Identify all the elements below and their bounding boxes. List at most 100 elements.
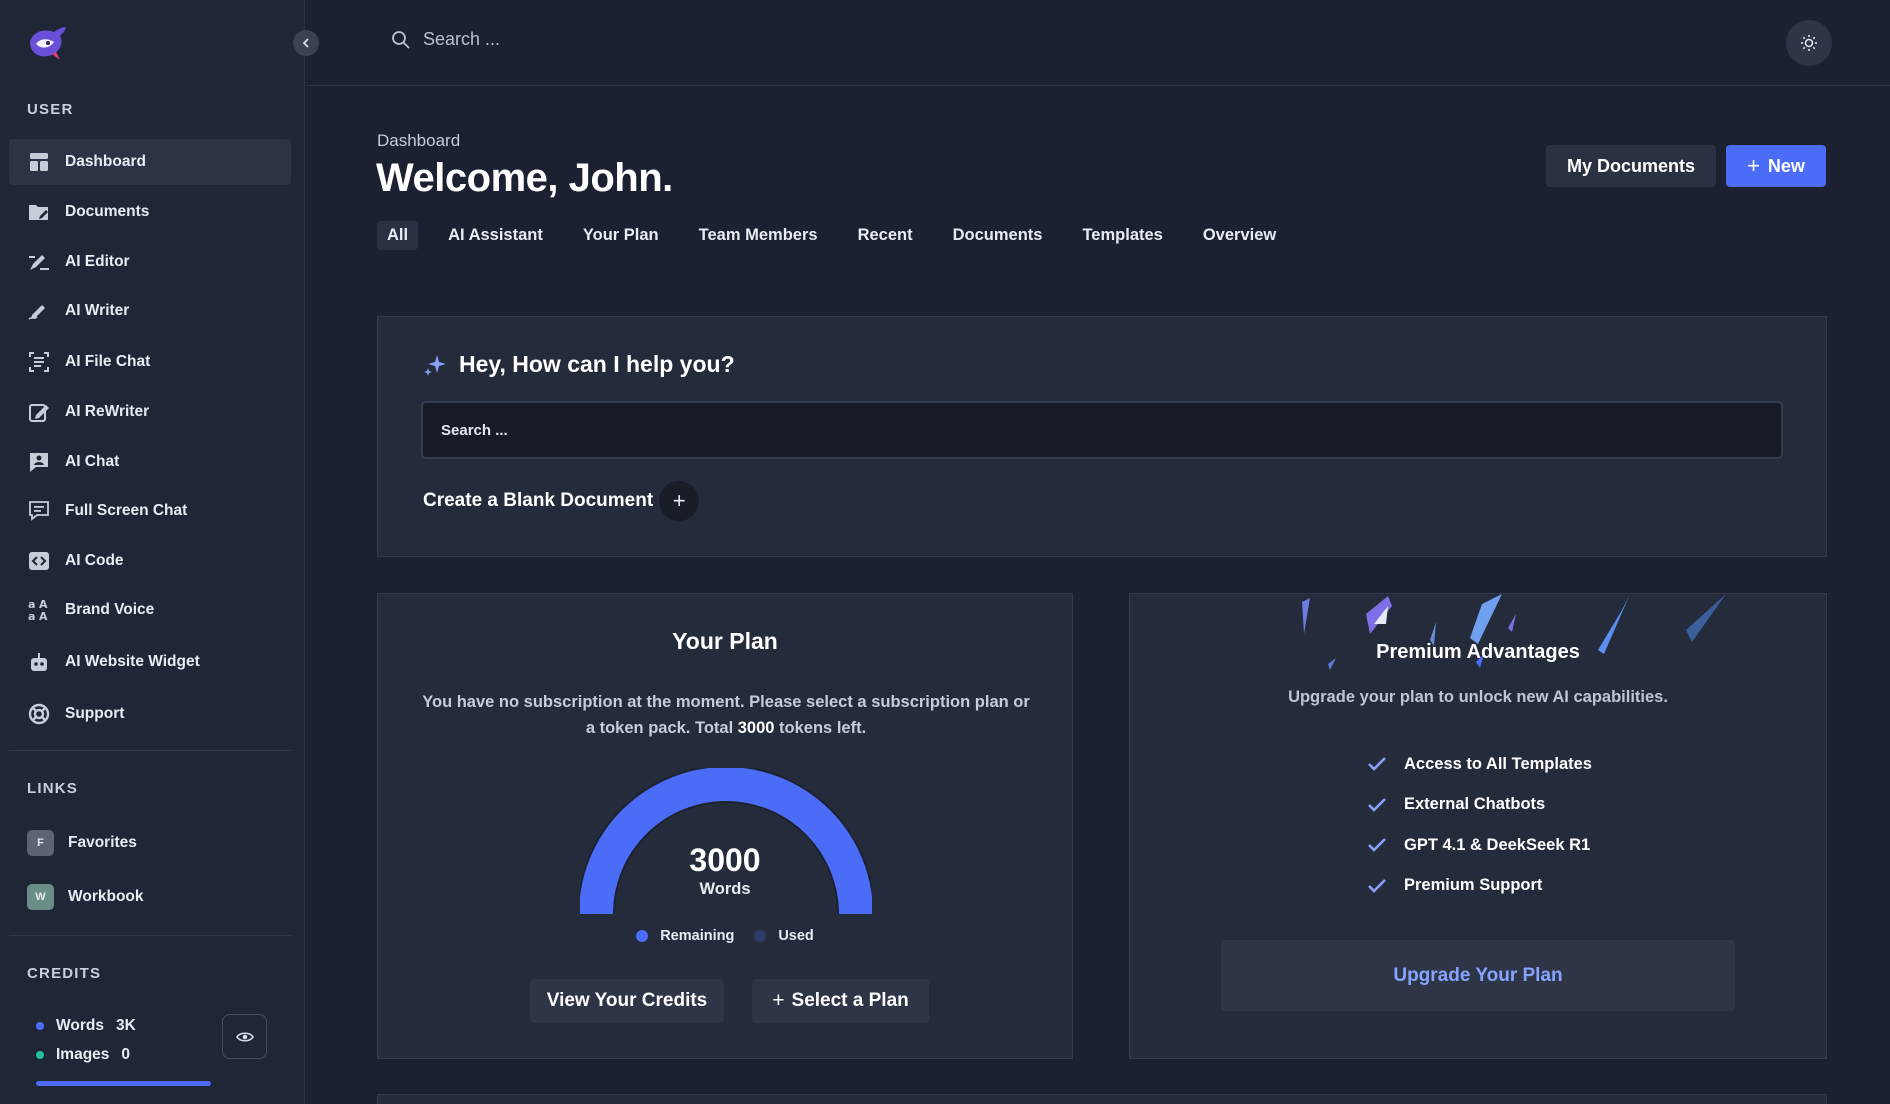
- page-title: Welcome, John.: [376, 156, 673, 200]
- robot-icon: [27, 650, 51, 674]
- next-section-card: [377, 1094, 1827, 1104]
- check-icon: [1368, 797, 1386, 812]
- sidebar-item-label: Documents: [65, 203, 150, 220]
- sidebar-item-label: AI Chat: [65, 453, 120, 470]
- top-search-input[interactable]: Search ...: [391, 29, 500, 50]
- sidebar-item-ai-editor[interactable]: AI Editor: [9, 239, 291, 285]
- feature-item: Premium Support: [1367, 866, 1592, 907]
- sidebar-item-ai-file-chat[interactable]: AI File Chat: [9, 339, 291, 385]
- sidebar-item-ai-rewriter[interactable]: AI ReWriter: [9, 389, 291, 435]
- new-button[interactable]: + New: [1726, 145, 1826, 187]
- check-icon: [1368, 757, 1386, 772]
- view-credits-button[interactable]: View Your Credits: [530, 979, 724, 1023]
- credit-words: Words 3K: [36, 1017, 136, 1035]
- create-blank-document-button[interactable]: Create a Blank Document +: [423, 481, 700, 521]
- tab-your-plan[interactable]: Your Plan: [573, 221, 669, 250]
- legend-used: Used: [754, 928, 814, 944]
- sidebar-item-ai-writer[interactable]: AI Writer: [9, 288, 291, 334]
- sidebar-item-documents[interactable]: Documents: [9, 189, 291, 235]
- sidebar-item-ai-website-widget[interactable]: AI Website Widget: [9, 639, 291, 685]
- tab-recent[interactable]: Recent: [848, 221, 923, 250]
- tab-templates[interactable]: Templates: [1072, 221, 1172, 250]
- plus-icon: +: [659, 481, 700, 521]
- ai-assistant-card: Hey, How can I help you? Search ... Crea…: [377, 316, 1827, 557]
- legend-used-label: Used: [778, 928, 814, 944]
- premium-feature-list: Access to All Templates External Chatbot…: [1367, 744, 1592, 906]
- tab-all[interactable]: All: [377, 221, 419, 250]
- credit-value: 0: [121, 1046, 131, 1063]
- feature-label: Premium Support: [1404, 876, 1543, 895]
- sidebar-item-ai-chat[interactable]: AI Chat: [9, 439, 291, 485]
- brand-voice-icon: aAaA: [27, 598, 51, 622]
- check-icon: [1368, 838, 1386, 853]
- gauge-value: 3000: [689, 842, 761, 878]
- images-dot: [36, 1051, 44, 1059]
- sidebar-divider: [9, 935, 291, 936]
- tab-ai-assistant[interactable]: AI Assistant: [438, 221, 553, 250]
- premium-subtitle: Upgrade your plan to unlock new AI capab…: [1288, 688, 1668, 706]
- editor-pen-icon: [27, 250, 51, 274]
- tab-team-members[interactable]: Team Members: [689, 221, 828, 250]
- sidebar-item-label: AI File Chat: [65, 353, 151, 370]
- plus-icon: +: [772, 989, 785, 1012]
- credits-progress-bar: [36, 1081, 211, 1086]
- sidebar-item-label: Support: [65, 705, 125, 722]
- tab-documents[interactable]: Documents: [943, 221, 1053, 250]
- dashboard-icon: [27, 150, 51, 174]
- lifebuoy-icon: [27, 702, 51, 726]
- check-icon: [1368, 878, 1386, 893]
- breadcrumb: Dashboard: [377, 131, 461, 150]
- feature-label: GPT 4.1 & DeekSeek R1: [1404, 835, 1591, 854]
- sidebar-divider: [9, 750, 291, 751]
- toggle-credits-visibility-button[interactable]: [222, 1014, 267, 1059]
- upgrade-plan-button[interactable]: Upgrade Your Plan: [1221, 940, 1735, 1011]
- tab-overview[interactable]: Overview: [1193, 221, 1286, 250]
- gauge-unit: Words: [699, 880, 751, 898]
- confetti-decoration: [1302, 594, 1726, 670]
- theme-toggle-button[interactable]: [1786, 20, 1832, 66]
- assistant-search-input[interactable]: Search ...: [421, 401, 1783, 459]
- feature-item: External Chatbots: [1367, 785, 1592, 826]
- dashboard-tabs: All AI Assistant Your Plan Team Members …: [377, 221, 1306, 250]
- sidebar-link-workbook[interactable]: W Workbook: [9, 874, 291, 920]
- your-plan-card: Your Plan You have no subscription at th…: [377, 593, 1073, 1059]
- svg-text:a: a: [28, 610, 35, 622]
- sidebar-item-full-screen-chat[interactable]: Full Screen Chat: [9, 488, 291, 534]
- sidebar-item-support[interactable]: Support: [9, 691, 291, 737]
- used-dot: [754, 930, 767, 942]
- feature-item: Access to All Templates: [1367, 744, 1592, 785]
- rewriter-icon: [27, 400, 51, 424]
- sidebar-item-brand-voice[interactable]: aAaA Brand Voice: [9, 587, 291, 633]
- user-section-title: USER: [27, 101, 74, 118]
- credit-label: Words: [56, 1017, 104, 1034]
- workbook-badge: W: [27, 884, 54, 910]
- assistant-search-placeholder: Search ...: [441, 421, 508, 439]
- sidebar-item-label: AI Code: [65, 552, 124, 569]
- links-section-title: LINKS: [27, 780, 78, 797]
- sparkle-icon: [424, 354, 446, 376]
- sidebar-link-label: Workbook: [68, 888, 144, 905]
- sidebar: USER Dashboard Documents AI Editor AI Wr…: [0, 0, 319, 1104]
- sidebar-item-label: Dashboard: [65, 153, 146, 170]
- feature-label: External Chatbots: [1404, 795, 1546, 814]
- assistant-title: Hey, How can I help you?: [459, 351, 735, 377]
- top-search-placeholder: Search ...: [423, 29, 501, 49]
- new-button-label: New: [1767, 155, 1805, 176]
- sidebar-item-dashboard[interactable]: Dashboard: [9, 139, 291, 185]
- code-icon: [27, 549, 51, 573]
- sidebar-item-label: AI Editor: [65, 253, 130, 270]
- gauge-legend: Remaining Used: [378, 928, 1072, 944]
- plan-text-after: tokens left.: [774, 719, 867, 737]
- feature-label: Access to All Templates: [1404, 754, 1592, 773]
- file-chat-icon: [27, 350, 51, 374]
- sidebar-item-label: AI ReWriter: [65, 403, 150, 420]
- sidebar-item-ai-code[interactable]: AI Code: [9, 538, 291, 584]
- credit-label: Images: [56, 1046, 110, 1063]
- blank-doc-label: Create a Blank Document: [423, 490, 654, 511]
- assistant-heading: Hey, How can I help you?: [423, 351, 735, 378]
- my-documents-button[interactable]: My Documents: [1546, 145, 1716, 187]
- app-logo[interactable]: [26, 24, 68, 62]
- eye-icon: [235, 1031, 254, 1042]
- sidebar-link-favorites[interactable]: F Favorites: [9, 820, 291, 866]
- select-plan-button[interactable]: + Select a Plan: [752, 979, 929, 1023]
